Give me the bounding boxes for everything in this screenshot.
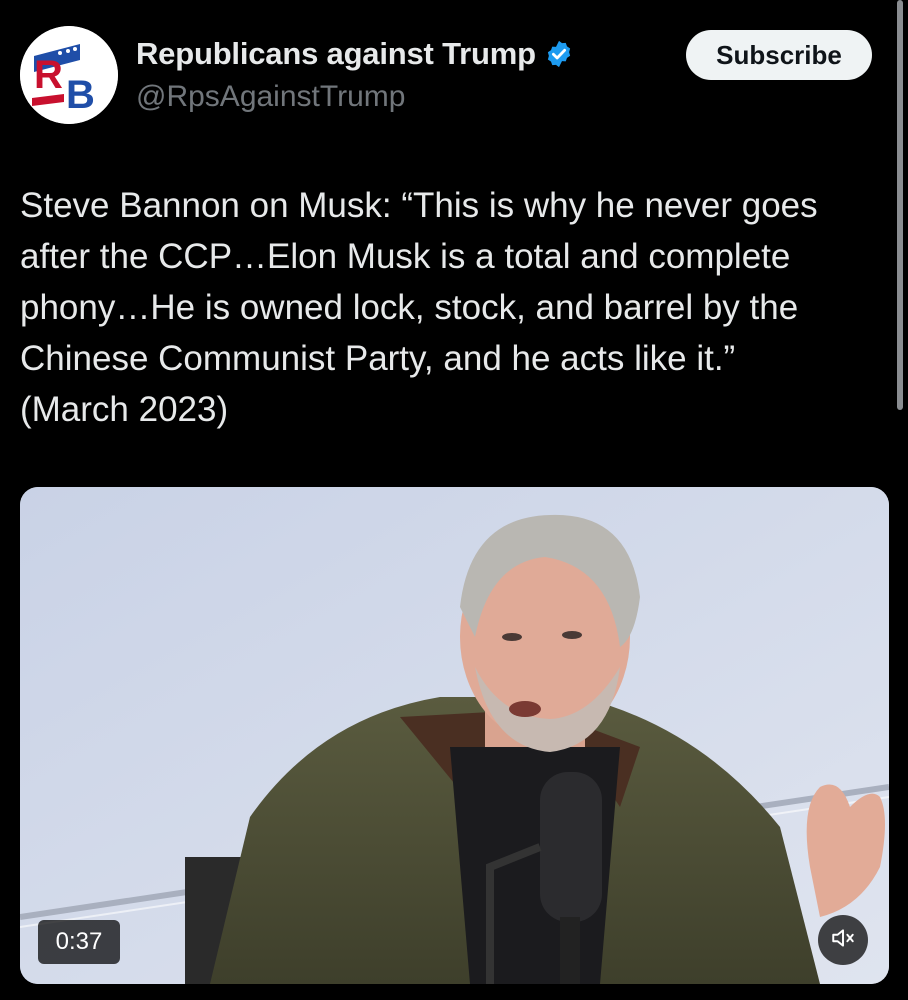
post-text: Steve Bannon on Musk: “This is why he ne…	[20, 186, 818, 429]
svg-text:B: B	[66, 73, 95, 117]
rb-logo-icon: R B	[20, 26, 118, 124]
video-player[interactable]	[20, 487, 889, 984]
mute-button[interactable]	[818, 915, 868, 965]
video-duration-badge: 0:37	[38, 920, 120, 964]
svg-text:R: R	[34, 53, 63, 97]
author-display-name[interactable]: Republicans against Trump	[136, 36, 536, 72]
author-handle[interactable]: @RpsAgainstTrump	[136, 80, 405, 114]
scrollbar[interactable]	[897, 0, 903, 410]
avatar[interactable]: R B	[20, 26, 118, 124]
verified-badge-icon	[544, 39, 574, 69]
author-name-row[interactable]: Republicans against Trump	[136, 36, 574, 72]
speaker-muted-icon	[830, 925, 856, 956]
video-frame-image	[20, 487, 889, 984]
subscribe-button[interactable]: Subscribe	[686, 30, 872, 80]
